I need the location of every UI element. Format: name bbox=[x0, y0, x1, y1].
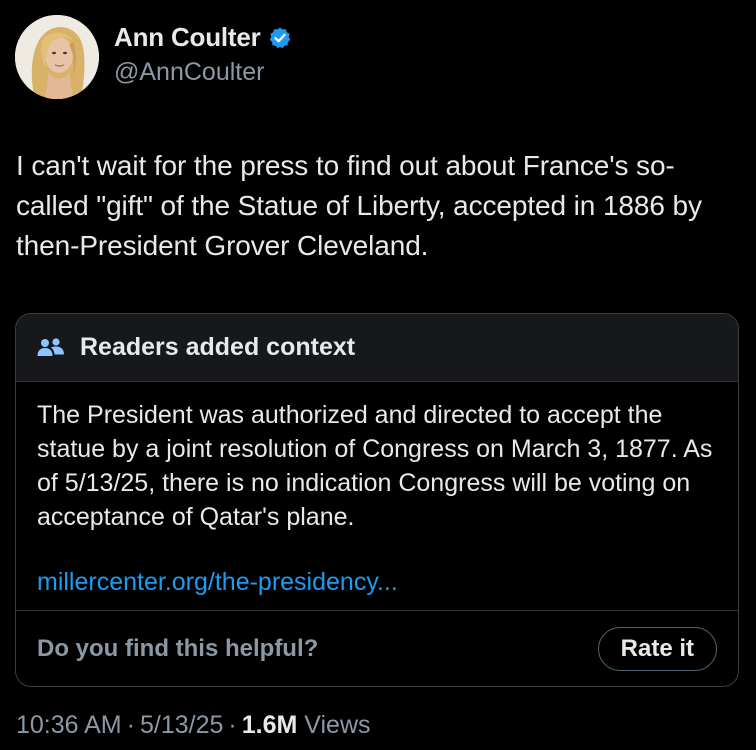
views-label: Views bbox=[304, 711, 371, 739]
views-count[interactable]: 1.6M bbox=[242, 711, 298, 739]
handle[interactable]: @AnnCoulter bbox=[114, 58, 292, 87]
rate-it-button[interactable]: Rate it bbox=[597, 626, 717, 671]
author-names: Ann Coulter @AnnCoulter bbox=[114, 22, 292, 87]
tweet-time[interactable]: 10:36 AM bbox=[16, 711, 122, 739]
note-title: Readers added context bbox=[80, 333, 356, 361]
note-source-link[interactable]: millercenter.org/the-presidency... bbox=[37, 565, 716, 599]
display-name-row: Ann Coulter bbox=[114, 22, 292, 54]
display-name[interactable]: Ann Coulter bbox=[114, 22, 261, 53]
verified-badge-icon[interactable] bbox=[268, 26, 292, 50]
tweet-meta: 10:36 AM · 5/13/25 · 1.6M Views bbox=[16, 711, 371, 740]
tweet-date[interactable]: 5/13/25 bbox=[140, 711, 223, 739]
note-body-text: The President was authorized and directe… bbox=[37, 401, 713, 531]
tweet-text: I can't wait for the press to find out a… bbox=[16, 150, 702, 261]
meta-separator: · bbox=[126, 711, 135, 739]
note-body: The President was authorized and directe… bbox=[16, 382, 738, 599]
note-footer: Do you find this helpful? Rate it bbox=[16, 610, 738, 686]
people-icon bbox=[36, 336, 66, 360]
helpful-question: Do you find this helpful? bbox=[37, 634, 319, 662]
avatar[interactable] bbox=[15, 15, 99, 99]
note-header[interactable]: Readers added context bbox=[16, 314, 738, 382]
community-note: Readers added context The President was … bbox=[15, 313, 739, 687]
meta-separator: · bbox=[228, 711, 237, 739]
tweet-header: Ann Coulter @AnnCoulter bbox=[15, 15, 292, 99]
